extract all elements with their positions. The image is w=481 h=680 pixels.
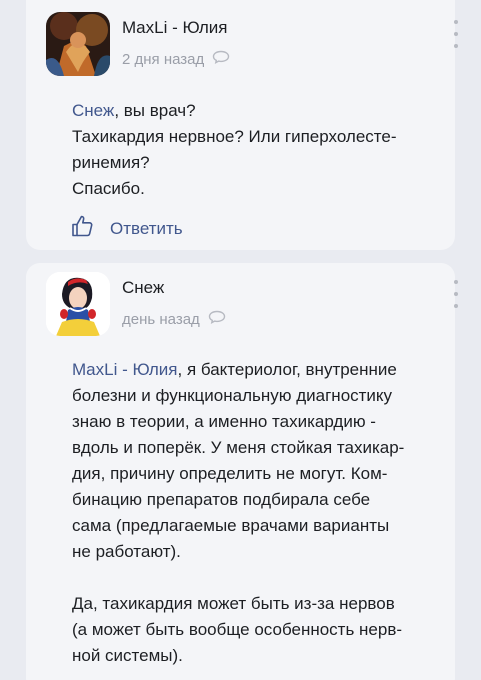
- avatar[interactable]: [46, 272, 110, 336]
- text-line: не работают).: [72, 542, 181, 561]
- text-line: вдоль и поперёк. У меня стойкая тахикар-: [72, 438, 405, 457]
- text-line: дия, причину определить не могут. Ком-: [72, 464, 388, 483]
- comment-author[interactable]: MaxLi - Юлия: [122, 18, 228, 38]
- comment-header: MaxLi - Юлия 2 дня назад: [46, 10, 461, 80]
- reply-button[interactable]: Ответить: [110, 219, 183, 239]
- text-line: Тахикардия нервное? Или гиперхолесте-: [72, 127, 397, 146]
- text-line: болезни и функциональную диагностику: [72, 386, 393, 405]
- comments-feed: MaxLi - Юлия 2 дня назад Снеж, вы врач? …: [0, 0, 481, 680]
- text-line: Спасибо.: [72, 179, 145, 198]
- text-line: , я бактериолог, внутренние: [177, 360, 397, 379]
- speech-bubble-icon[interactable]: [208, 310, 226, 328]
- text-line: сама (предлагаемые врачами варианты: [72, 516, 390, 535]
- comment-text: Снеж, вы врач? Тахикардия нервное? Или г…: [72, 98, 445, 202]
- mention-link[interactable]: MaxLi - Юлия: [72, 360, 178, 379]
- comment-meta: день назад: [122, 310, 226, 328]
- comment-text: MaxLi - Юлия, я бактериолог, внутренние …: [72, 357, 445, 669]
- comment-author[interactable]: Снеж: [122, 278, 164, 298]
- text-line: бинацию препаратов подбирала себе: [72, 490, 371, 509]
- thumbs-up-icon[interactable]: [70, 214, 96, 243]
- text-line: , вы врач?: [114, 101, 196, 120]
- comment-time: 2 дня назад: [122, 50, 205, 68]
- avatar[interactable]: [46, 12, 110, 76]
- text-line: ной системы).: [72, 646, 183, 665]
- comment-meta: 2 дня назад: [122, 50, 230, 68]
- comment-actions: Ответить: [70, 214, 183, 243]
- text-line: Да, тахикардия может быть из-за нервов: [72, 594, 395, 613]
- more-vertical-icon[interactable]: [449, 20, 463, 48]
- text-line: ринемия?: [72, 153, 150, 172]
- comment-time: день назад: [122, 310, 200, 328]
- text-line: (а может быть вообще особенность нерв-: [72, 620, 403, 639]
- comment-header: Снеж день назад: [46, 270, 461, 340]
- speech-bubble-icon[interactable]: [212, 50, 230, 68]
- mention-link[interactable]: Снеж: [72, 101, 114, 120]
- more-vertical-icon[interactable]: [449, 280, 463, 308]
- text-line: знаю в теории, а именно тахикардию -: [72, 412, 376, 431]
